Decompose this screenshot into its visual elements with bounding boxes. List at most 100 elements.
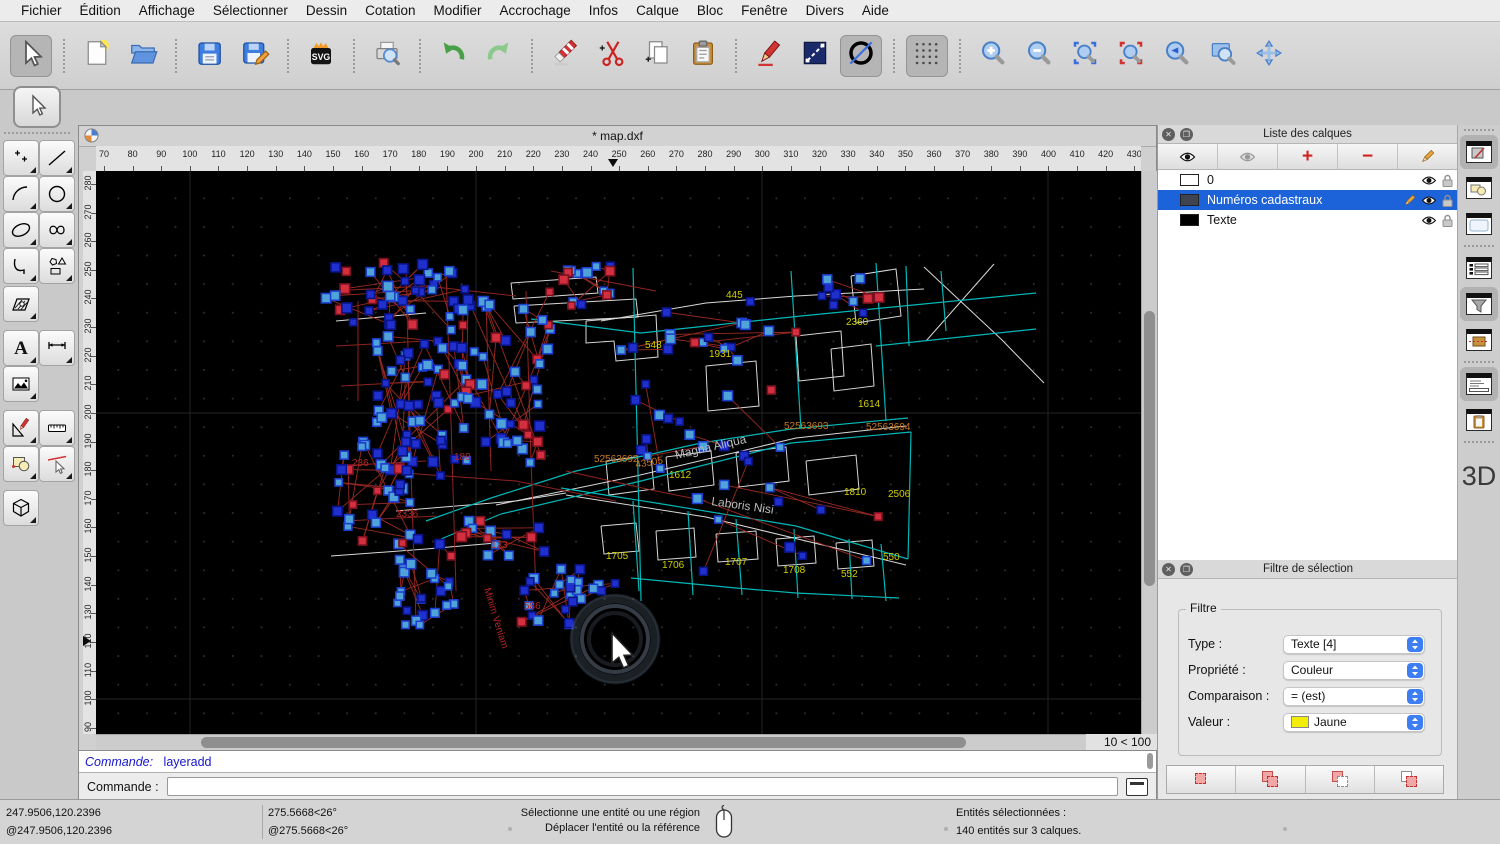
dock-library-browser-button[interactable] xyxy=(1460,323,1498,357)
filter-property-dropdown[interactable]: Couleur xyxy=(1283,661,1425,680)
zoom-in-button[interactable] xyxy=(972,35,1014,77)
svg-export-button[interactable]: SVG xyxy=(300,35,342,77)
command-input[interactable] xyxy=(167,777,1118,796)
block-tool[interactable] xyxy=(3,446,39,482)
line-tool[interactable] xyxy=(39,140,75,176)
dock-3d-label[interactable]: 3D xyxy=(1458,461,1500,492)
dock-layer-list-button[interactable] xyxy=(1460,135,1498,169)
intersect-selection-button[interactable] xyxy=(1375,766,1443,793)
dimension-tool[interactable] xyxy=(39,330,75,366)
layer-lock-icon[interactable] xyxy=(1442,214,1453,227)
horizontal-scrollbar-thumb[interactable] xyxy=(201,737,966,748)
document-title-bar[interactable]: * map.dxf xyxy=(79,126,1156,147)
measure-tool[interactable] xyxy=(39,410,75,446)
paste-button[interactable] xyxy=(682,35,724,77)
detach-icon[interactable]: ❐ xyxy=(1180,128,1193,141)
horizontal-scrollbar[interactable] xyxy=(96,734,1086,750)
cut-button[interactable] xyxy=(590,35,632,77)
menu-fenetre[interactable]: Fenêtre xyxy=(732,3,797,18)
menu-infos[interactable]: Infos xyxy=(580,3,627,18)
dock-property-editor-button[interactable] xyxy=(1460,251,1498,285)
grid-toggle-button[interactable] xyxy=(906,35,948,77)
zoom-selection-button[interactable] xyxy=(1110,35,1152,77)
delete-button[interactable] xyxy=(544,35,586,77)
line-attributes-button[interactable] xyxy=(794,35,836,77)
add-to-selection-button[interactable] xyxy=(1236,766,1305,793)
layer-row-numeros-cadastraux[interactable]: Numéros cadastraux xyxy=(1158,190,1457,210)
filter-comparison-dropdown[interactable]: = (est) xyxy=(1283,687,1425,706)
zoom-out-button[interactable] xyxy=(1018,35,1060,77)
menu-bloc[interactable]: Bloc xyxy=(688,3,732,18)
filter-type-dropdown[interactable]: Texte [4] xyxy=(1283,635,1425,654)
keyboard-toggle-button[interactable] xyxy=(1126,778,1148,796)
dock-selection-filter-button[interactable] xyxy=(1460,287,1498,321)
menu-cotation[interactable]: Cotation xyxy=(356,3,424,18)
vertical-scrollbar-thumb[interactable] xyxy=(1144,311,1155,586)
undo-button[interactable] xyxy=(432,35,474,77)
select-matching-button[interactable] xyxy=(1167,766,1236,793)
hide-all-layers-button[interactable] xyxy=(1218,144,1278,169)
hatch-tool[interactable] xyxy=(3,286,39,322)
close-icon[interactable]: ✕ xyxy=(1162,128,1175,141)
show-all-layers-button[interactable] xyxy=(1158,144,1218,169)
edit-layer-button[interactable] xyxy=(1398,144,1457,169)
drawing-canvas[interactable]: 4455481931236016141612181025061705170617… xyxy=(96,171,1141,734)
detach-icon[interactable]: ❐ xyxy=(1180,563,1193,576)
dock-block-list-button[interactable] xyxy=(1460,171,1498,205)
save-button[interactable] xyxy=(188,35,230,77)
save-as-button[interactable] xyxy=(234,35,276,77)
circle-tool[interactable] xyxy=(39,176,75,212)
dock-preview-button[interactable] xyxy=(1460,207,1498,241)
remove-layer-button[interactable]: − xyxy=(1338,144,1398,169)
menu-dessin[interactable]: Dessin xyxy=(297,3,356,18)
select-tool-button[interactable] xyxy=(10,35,52,77)
polyline-tool[interactable] xyxy=(3,248,39,284)
filter-value-dropdown[interactable]: Jaune xyxy=(1283,713,1425,732)
layer-visible-icon[interactable] xyxy=(1421,175,1437,186)
print-preview-button[interactable] xyxy=(366,35,408,77)
zoom-auto-button[interactable] xyxy=(1064,35,1106,77)
redo-button[interactable] xyxy=(478,35,520,77)
solid-3d-tool[interactable] xyxy=(3,490,39,526)
layer-row-0[interactable]: 0 xyxy=(1158,170,1457,190)
draw-pencil-button[interactable] xyxy=(748,35,790,77)
layer-visible-icon[interactable] xyxy=(1421,215,1437,226)
select-entity-tool[interactable] xyxy=(39,446,75,482)
menu-edition[interactable]: Édition xyxy=(71,3,130,18)
pan-button[interactable] xyxy=(1248,35,1290,77)
spline-tool[interactable] xyxy=(39,212,75,248)
menu-modifier[interactable]: Modifier xyxy=(424,3,490,18)
zoom-window-button[interactable] xyxy=(1202,35,1244,77)
history-scrollbar-thumb[interactable] xyxy=(1147,753,1153,769)
zoom-previous-button[interactable] xyxy=(1156,35,1198,77)
arc-tool[interactable] xyxy=(3,176,39,212)
close-icon[interactable]: ✕ xyxy=(1162,563,1175,576)
layer-edit-icon[interactable] xyxy=(1403,194,1416,207)
layer-lock-icon[interactable] xyxy=(1442,194,1453,207)
menu-divers[interactable]: Divers xyxy=(797,3,853,18)
modify-tool[interactable] xyxy=(3,410,39,446)
text-tool[interactable]: A xyxy=(3,330,39,366)
menu-accrochage[interactable]: Accrochage xyxy=(490,3,579,18)
ellipse-tool[interactable] xyxy=(3,212,39,248)
layer-lock-icon[interactable] xyxy=(1442,174,1453,187)
open-file-button[interactable] xyxy=(122,35,164,77)
circle-attributes-button[interactable] xyxy=(840,35,882,77)
new-file-button[interactable] xyxy=(76,35,118,77)
image-tool[interactable] xyxy=(3,366,39,402)
add-layer-button[interactable]: + xyxy=(1278,144,1338,169)
dock-command-line-button[interactable] xyxy=(1460,367,1498,401)
points-tool[interactable] xyxy=(3,140,39,176)
layer-row-texte[interactable]: Texte xyxy=(1158,210,1457,230)
layer-visible-icon[interactable] xyxy=(1421,195,1437,206)
selection-pointer-button[interactable] xyxy=(13,86,61,128)
menu-selectionner[interactable]: Sélectionner xyxy=(204,3,297,18)
shape-tool[interactable] xyxy=(39,248,75,284)
menu-aide[interactable]: Aide xyxy=(853,3,898,18)
menu-affichage[interactable]: Affichage xyxy=(130,3,204,18)
menu-calque[interactable]: Calque xyxy=(627,3,688,18)
vertical-scrollbar[interactable] xyxy=(1141,171,1157,734)
dock-clipboard-button[interactable] xyxy=(1460,403,1498,437)
copy-button[interactable] xyxy=(636,35,678,77)
remove-from-selection-button[interactable] xyxy=(1306,766,1375,793)
